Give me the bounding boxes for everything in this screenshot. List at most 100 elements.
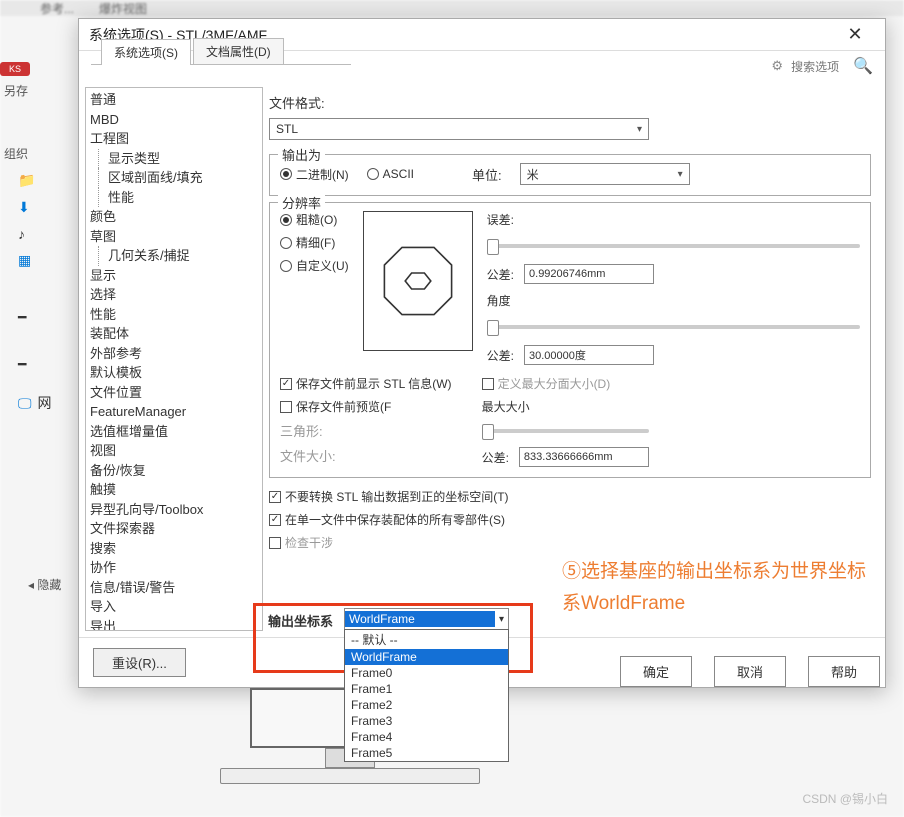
check-interference-label: 检查干涉 (285, 534, 333, 551)
bg-tab-2: 爆炸视图 (99, 0, 147, 16)
dropdown-option[interactable]: Frame4 (345, 729, 508, 745)
dropdown-option[interactable]: WorldFrame (345, 649, 508, 665)
close-icon[interactable]: ✕ (835, 24, 875, 45)
tree-item[interactable]: FeatureManager (90, 402, 258, 422)
help-button[interactable]: 帮助 (808, 656, 880, 687)
disk-icon-2: ━ (18, 356, 26, 373)
check-preview[interactable]: 保存文件前预览(F (280, 398, 452, 415)
angle-slider[interactable] (487, 325, 860, 329)
check-define-max: 定义最大分面大小(D) (482, 375, 649, 392)
triangles-label: 三角形: (280, 421, 452, 440)
ok-button[interactable]: 确定 (620, 656, 692, 687)
tree-item[interactable]: 外部参考 (90, 344, 258, 364)
dropdown-option[interactable]: -- 默认 -- (345, 630, 508, 649)
tree-item[interactable]: 视图 (90, 441, 258, 461)
radio-coarse[interactable]: 粗糙(O) (280, 211, 349, 228)
tree-item[interactable]: 触摸 (90, 480, 258, 500)
filesize-label: 文件大小: (280, 446, 452, 465)
ks-badge: KS (0, 62, 30, 76)
error-slider[interactable] (487, 244, 860, 248)
file-format-label: 文件格式: (269, 93, 325, 112)
cancel-button[interactable]: 取消 (714, 656, 786, 687)
max-size-slider[interactable] (482, 429, 649, 433)
hide-toggle[interactable]: ◂ 隐藏 (28, 576, 61, 593)
tree-item[interactable]: 草图 (90, 227, 258, 247)
unit-label: 单位: (472, 165, 502, 184)
tree-item[interactable]: MBD (90, 110, 258, 130)
check-interference: 检查干涉 (269, 534, 871, 551)
reset-button[interactable]: 重设(R)... (93, 648, 186, 677)
check-no-convert-label: 不要转换 STL 输出数据到正的坐标空间(T) (285, 488, 509, 505)
dropdown-option[interactable]: Frame1 (345, 681, 508, 697)
check-show-stl-info[interactable]: 保存文件前显示 STL 信息(W) (280, 375, 452, 392)
file-format-select[interactable]: STL ▾ (269, 118, 649, 140)
dropdown-option[interactable]: Frame2 (345, 697, 508, 713)
radio-fine[interactable]: 精细(F) (280, 234, 349, 251)
tree-item[interactable]: 选择 (90, 285, 258, 305)
music-icon: ♪ (18, 226, 25, 242)
dropdown-option[interactable]: Frame0 (345, 665, 508, 681)
search-input[interactable]: 搜索选项 (791, 58, 839, 75)
tree-item[interactable]: 备份/恢复 (90, 461, 258, 481)
tree-item[interactable]: 默认模板 (90, 363, 258, 383)
tree-item[interactable]: 装配体 (90, 324, 258, 344)
dropdown-option[interactable]: Frame5 (345, 745, 508, 761)
tree-subitem[interactable]: 几何关系/捕捉 (90, 246, 258, 266)
tree-item[interactable]: 导入 (90, 597, 258, 617)
tree-item[interactable]: 性能 (90, 305, 258, 325)
gear-icon[interactable]: ⚙ (771, 58, 783, 74)
tree-item[interactable]: 异型孔向导/Toolbox (90, 500, 258, 520)
tree-subitem[interactable]: 显示类型 (90, 149, 258, 169)
save-as-label: 另存 (4, 82, 78, 99)
chevron-down-icon: ▾ (678, 169, 683, 180)
resolution-legend: 分辨率 (278, 193, 325, 212)
watermark: CSDN @锡小白 (802, 790, 888, 807)
check-preview-label: 保存文件前预览(F (296, 398, 391, 415)
unit-value: 米 (527, 166, 539, 183)
radio-binary[interactable]: 二进制(N) (280, 166, 349, 183)
tree-item[interactable]: 搜索 (90, 539, 258, 559)
tree-subitem[interactable]: 性能 (90, 188, 258, 208)
tree-item[interactable]: 协作 (90, 558, 258, 578)
organize-label: 组织 (4, 145, 78, 162)
tolerance3-input[interactable]: 833.33666666mm (519, 447, 649, 467)
resolution-preview (363, 211, 473, 351)
check-single-file[interactable]: 在单一文件中保存装配体的所有零部件(S) (269, 511, 871, 528)
tolerance1-input[interactable]: 0.99206746mm (524, 264, 654, 284)
chevron-down-icon: ▾ (495, 614, 508, 625)
tree-item[interactable]: 信息/错误/警告 (90, 578, 258, 598)
background-left-panel: KS 另存 组织 📁 ⬇ ♪ ▦ ━ ━ 🖵网 (0, 57, 78, 657)
max-size-label: 最大大小 (482, 398, 649, 415)
tree-subitem[interactable]: 区域剖面线/填充 (90, 168, 258, 188)
dropdown-option[interactable]: Frame3 (345, 713, 508, 729)
check-define-max-label: 定义最大分面大小(D) (498, 375, 611, 392)
file-format-value: STL (276, 122, 298, 136)
tree-item[interactable]: 文件探索器 (90, 519, 258, 539)
check-no-convert[interactable]: 不要转换 STL 输出数据到正的坐标空间(T) (269, 488, 871, 505)
output-coord-label: 输出坐标系 (268, 611, 333, 630)
tree-item[interactable]: 工程图 (90, 129, 258, 149)
options-main-panel: 文件格式: STL ▾ 输出为 二进制(N) ASCII 单位: 米 ▾ (269, 81, 885, 637)
tolerance2-input[interactable]: 30.00000度 (524, 345, 654, 365)
tree-item[interactable]: 普通 (90, 90, 258, 110)
tab-system-options[interactable]: 系统选项(S) (101, 39, 191, 65)
tree-item[interactable]: 导出 (90, 617, 258, 632)
output-coord-select[interactable]: WorldFrame ▾ (344, 608, 509, 630)
tab-document-properties[interactable]: 文档属性(D) (193, 38, 284, 64)
radio-ascii[interactable]: ASCII (367, 167, 414, 181)
tree-item[interactable]: 颜色 (90, 207, 258, 227)
tree-item[interactable]: 显示 (90, 266, 258, 286)
options-tree[interactable]: 普通MBD工程图显示类型区域剖面线/填充性能颜色草图几何关系/捕捉显示选择性能装… (85, 87, 263, 631)
angle-label: 角度 (487, 292, 860, 309)
output-coord-dropdown[interactable]: -- 默认 --WorldFrameFrame0Frame1Frame2Fram… (344, 629, 509, 762)
radio-custom[interactable]: 自定义(U) (280, 257, 349, 274)
tree-item[interactable]: 选值框增量值 (90, 422, 258, 442)
folder-icon: 📁 (18, 172, 35, 189)
net-label: 网 (38, 393, 52, 413)
search-icon[interactable]: 🔍 (853, 56, 873, 76)
tree-item[interactable]: 文件位置 (90, 383, 258, 403)
annotation-text: ⑤选择基座的输出坐标系为世界坐标系WorldFrame (562, 556, 882, 621)
unit-select[interactable]: 米 ▾ (520, 163, 690, 185)
radio-fine-label: 精细(F) (296, 234, 335, 251)
tiles-icon: ▦ (18, 252, 31, 269)
